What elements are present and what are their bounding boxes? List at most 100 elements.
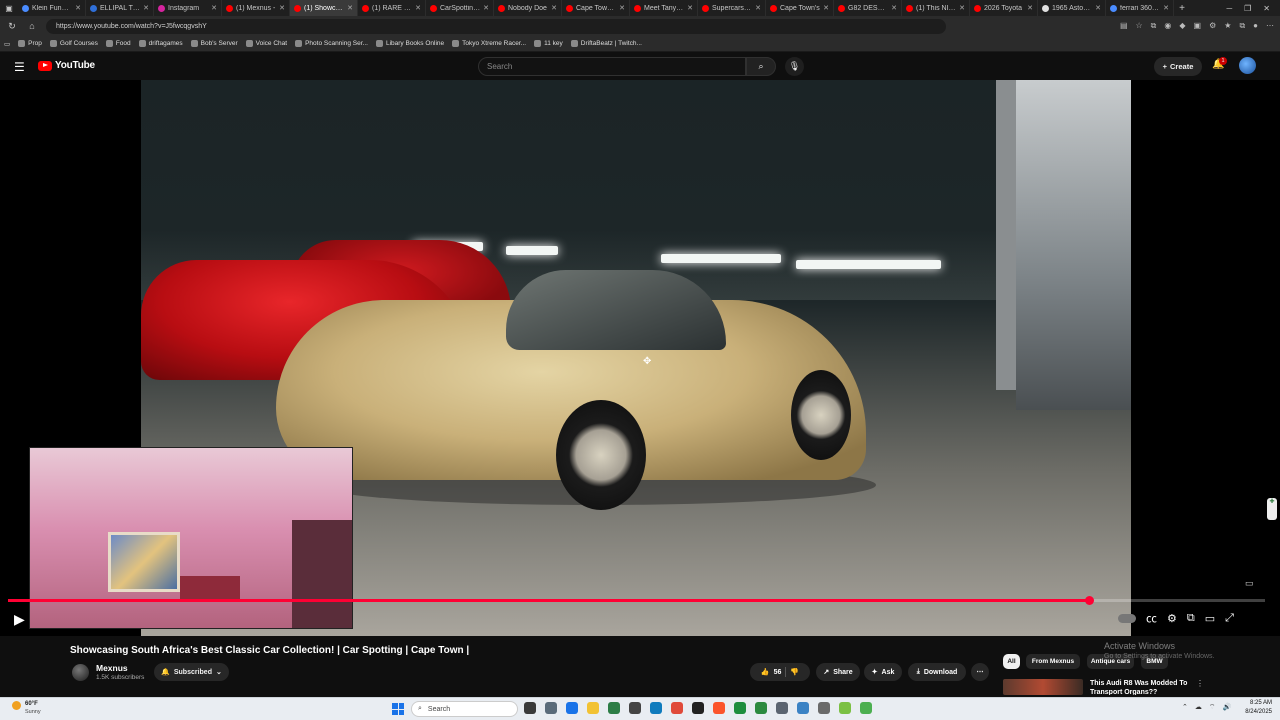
bookmark-item[interactable]: Bob's Server — [190, 40, 238, 47]
terminal-icon[interactable] — [692, 702, 704, 714]
favorite-star-icon[interactable]: ☆ — [1136, 21, 1143, 31]
browser-tab[interactable]: Meet Tanya & ✕ — [630, 0, 698, 16]
browser-tab[interactable]: Nobody Doe ✕ — [494, 0, 562, 16]
more-options-icon[interactable]: ⋮ — [1196, 679, 1204, 688]
youtube-logo[interactable]: YouTube — [38, 60, 95, 71]
browser-tab[interactable]: Supercars TAV✕ — [698, 0, 766, 16]
filter-chip[interactable]: From Mexnus — [1026, 654, 1080, 669]
subscribed-button[interactable]: 🔔 Subscribed ⌄ — [154, 663, 229, 681]
bookmark-item[interactable]: Golf Courses — [49, 40, 98, 47]
close-tab-icon[interactable]: ✕ — [415, 4, 421, 12]
browser-tab[interactable]: (1) Showcasi ✕ — [290, 0, 358, 16]
bookmark-item[interactable]: Food — [105, 40, 131, 47]
settings-gear-icon[interactable]: ⚙ — [1167, 612, 1177, 625]
home-icon[interactable]: ⌂ — [26, 21, 38, 31]
close-tab-icon[interactable]: ✕ — [891, 4, 897, 12]
bookmark-item[interactable]: Photo Scanning Ser... — [295, 40, 368, 47]
bookmark-item[interactable]: Prop — [18, 40, 42, 47]
browser-tab[interactable]: 1965 Aston M ✕ — [1038, 0, 1106, 16]
fullscreen-icon[interactable]: ⤢ — [1225, 612, 1234, 625]
browser-tab[interactable]: G82 DESTRO ✕ — [834, 0, 902, 16]
close-tab-icon[interactable]: ✕ — [1027, 4, 1033, 12]
create-button[interactable]: + Create — [1154, 57, 1202, 76]
browser-tab[interactable]: Instagram ✕ — [154, 0, 222, 16]
bookmark-item[interactable]: Tokyo Xtreme Racer... — [452, 40, 526, 47]
browser-tab[interactable]: Klein Funding ✕ — [18, 0, 86, 16]
miniplayer-handle-icon[interactable]: ▭ — [1245, 578, 1254, 589]
bookmark-item[interactable]: Voice Chat — [245, 40, 287, 47]
weather-temperature[interactable]: 60°F — [25, 701, 38, 707]
app-icon[interactable] — [839, 702, 851, 714]
taskbar-search[interactable]: ⌕ Search — [411, 701, 518, 717]
close-tab-icon[interactable]: ✕ — [211, 4, 217, 12]
thumbs-down-icon[interactable]: 👎 — [790, 668, 799, 676]
close-tab-icon[interactable]: ✕ — [1095, 4, 1101, 12]
tab-actions-icon[interactable]: ▣ — [0, 4, 18, 13]
progress-bar[interactable] — [8, 596, 1265, 605]
close-tab-icon[interactable]: ✕ — [1163, 4, 1169, 12]
browser-tab[interactable]: (1) RARE She ✕ — [358, 0, 426, 16]
browser-tab[interactable]: 2026 Toyota ✕ — [970, 0, 1038, 16]
settings-app-icon[interactable] — [545, 702, 557, 714]
volume-icon[interactable]: 🔊 — [1222, 703, 1231, 712]
profile-icon[interactable]: ● — [1253, 21, 1258, 31]
show-hidden-icons[interactable]: ⌃ — [1182, 703, 1188, 712]
close-tab-icon[interactable]: ✕ — [143, 4, 149, 12]
url-field[interactable]: https://www.youtube.com/watch?v=J5fwcqgv… — [46, 18, 946, 34]
extension-icon[interactable]: ◉ — [1164, 21, 1171, 31]
channel-name[interactable]: Mexnus — [96, 663, 128, 673]
extension-side-badge[interactable]: ✚ — [1267, 498, 1277, 520]
chrome-app-icon[interactable] — [566, 702, 578, 714]
close-tab-icon[interactable]: ✕ — [959, 4, 965, 12]
onedrive-icon[interactable]: ☁ — [1195, 703, 1202, 712]
browser-tab[interactable]: (1) This NIGH ✕ — [902, 0, 970, 16]
edge-browser-icon[interactable] — [650, 702, 662, 714]
browser-tab[interactable]: CarSpotting R ✕ — [426, 0, 494, 16]
sun-icon[interactable] — [12, 701, 21, 710]
refresh-icon[interactable]: ↻ — [6, 21, 18, 32]
close-tab-icon[interactable]: ✕ — [755, 4, 761, 12]
weather-description[interactable]: Sunny — [25, 709, 41, 715]
app-icon[interactable] — [818, 702, 830, 714]
miniplayer-icon[interactable]: ⧉ — [1187, 612, 1195, 625]
restore-icon[interactable]: ❐ — [1244, 4, 1251, 13]
close-tab-icon[interactable]: ✕ — [483, 4, 489, 12]
more-actions-button[interactable]: ⋯ — [971, 663, 989, 681]
subtitles-icon[interactable]: ㏄ — [1146, 610, 1157, 626]
account-avatar[interactable] — [1239, 57, 1256, 74]
app-icon[interactable] — [860, 702, 872, 714]
extension-icon[interactable]: ⚙ — [1209, 21, 1216, 31]
favorites-icon[interactable]: ★ — [1224, 21, 1231, 31]
recommended-video-title[interactable]: This Audi R8 Was Modded To Transport Org… — [1090, 679, 1190, 695]
brave-browser-icon[interactable] — [713, 702, 725, 714]
more-menu-icon[interactable]: ⋯ — [1266, 21, 1274, 31]
play-icon[interactable]: ▶ — [14, 611, 25, 628]
clock-time[interactable]: 8:25 AM — [1244, 700, 1272, 706]
minimize-icon[interactable]: ─ — [1226, 4, 1232, 13]
browser-tab[interactable]: ELLIPAL Titan ✕ — [86, 0, 154, 16]
search-button[interactable]: ⌕ — [746, 57, 776, 76]
autoplay-toggle[interactable] — [1118, 613, 1136, 623]
thumbs-up-icon[interactable]: 👍 — [761, 668, 770, 676]
app-icon[interactable] — [755, 702, 767, 714]
search-input[interactable]: Search — [478, 57, 746, 76]
close-tab-icon[interactable]: ✕ — [347, 4, 353, 12]
recommended-video-thumbnail[interactable] — [1003, 679, 1083, 695]
hamburger-menu-icon[interactable]: ☰ — [14, 60, 25, 74]
filter-chip[interactable]: All — [1003, 654, 1020, 669]
browser-tab[interactable]: ferrari 360 mo ✕ — [1106, 0, 1174, 16]
task-view-icon[interactable] — [524, 702, 536, 714]
clock-date[interactable]: 8/24/2025 — [1240, 709, 1272, 715]
scrubber-handle[interactable] — [1085, 596, 1095, 605]
extension-icon[interactable]: ▣ — [1194, 21, 1202, 31]
bookmark-item[interactable]: Libary Books Online — [375, 40, 444, 47]
bookmark-item[interactable]: DriftaBeatz | Twitch... — [570, 40, 642, 47]
bookmark-item[interactable]: driftagames — [138, 40, 183, 47]
network-icon[interactable]: ⌔ — [1209, 703, 1216, 712]
close-tab-icon[interactable]: ✕ — [279, 4, 285, 12]
bookmarks-menu-icon[interactable]: ▭ — [4, 40, 10, 48]
close-tab-icon[interactable]: ✕ — [687, 4, 693, 12]
browser-tab[interactable]: Cape Town's ✕ — [766, 0, 834, 16]
close-tab-icon[interactable]: ✕ — [75, 4, 81, 12]
extension-icon[interactable]: ◆ — [1179, 21, 1185, 31]
